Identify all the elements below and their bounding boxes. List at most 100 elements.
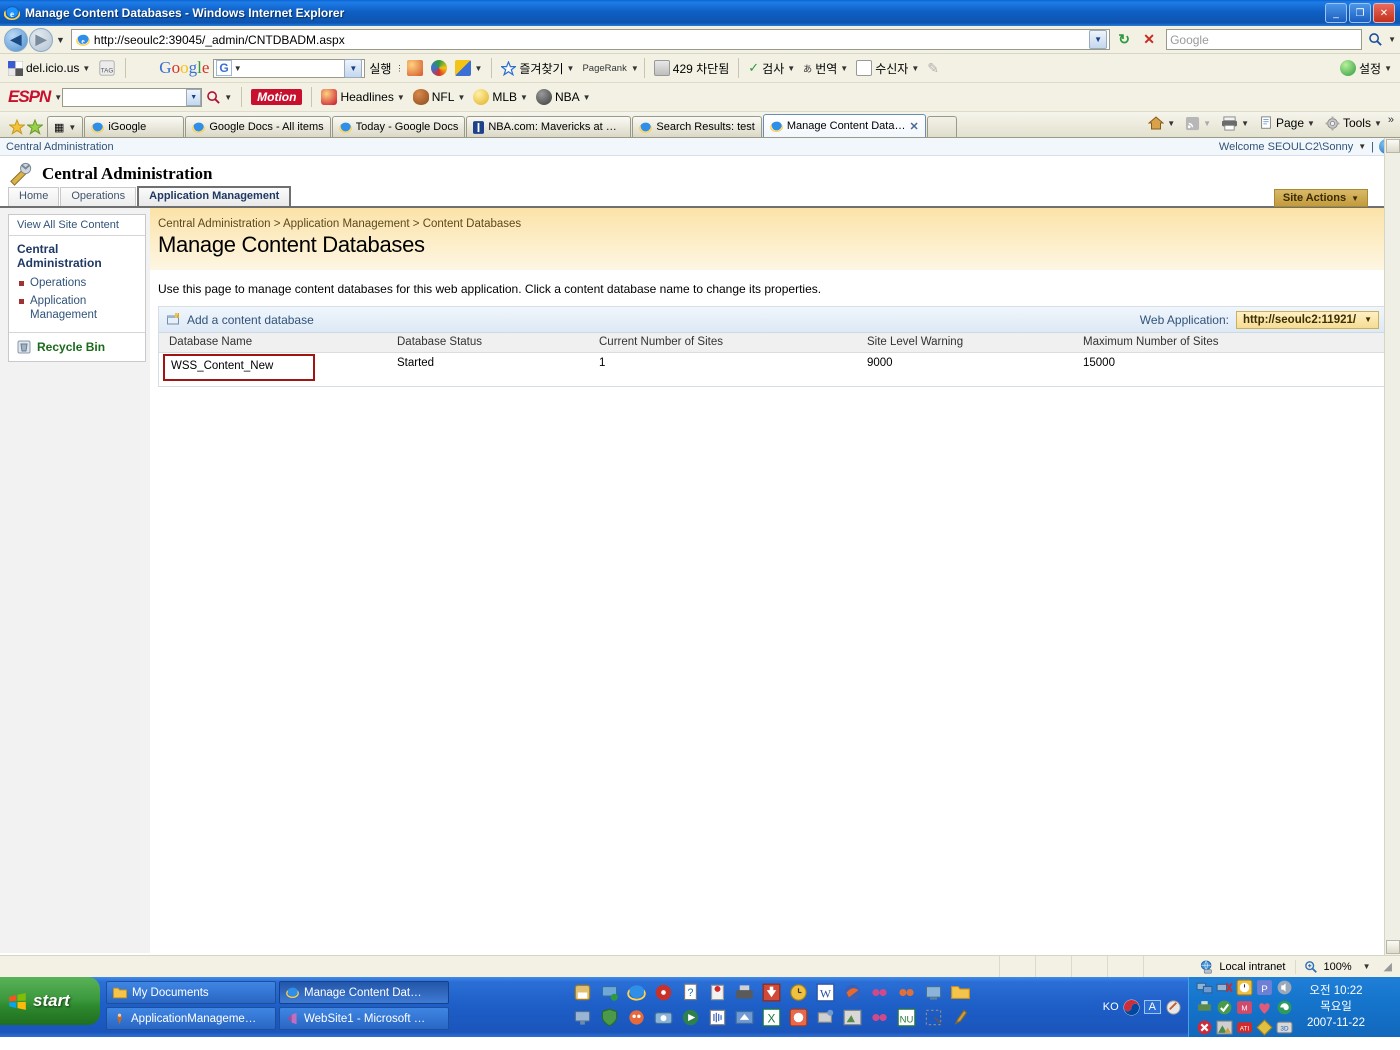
chevron-down-icon[interactable]: ▼: [631, 64, 639, 73]
chevron-down-icon[interactable]: ▼: [1384, 64, 1392, 73]
quick-tabs-button[interactable]: ▦ ▼: [47, 116, 84, 137]
tab-list-caret-icon[interactable]: ▼: [68, 123, 76, 132]
resize-grip-icon[interactable]: ◢: [1384, 960, 1392, 973]
chevron-down-icon[interactable]: ▼: [567, 64, 575, 73]
close-button[interactable]: ✕: [1373, 3, 1395, 23]
alert-icon[interactable]: [1196, 1019, 1213, 1036]
red-marker-icon[interactable]: [708, 983, 727, 1002]
scheduler-clock-icon[interactable]: [1236, 979, 1253, 996]
stop-button[interactable]: ✕: [1138, 29, 1160, 51]
refresh-button[interactable]: ↻: [1113, 29, 1135, 51]
audio-wave-icon[interactable]: [708, 1008, 727, 1027]
nero-icon[interactable]: [654, 1008, 673, 1027]
address-input[interactable]: e http://seoulc2:39045/_admin/CNTDBADM.a…: [70, 29, 1111, 50]
breadcrumb-item-1[interactable]: Central Administration: [158, 218, 271, 230]
search-provider-caret-icon[interactable]: ▼: [1388, 35, 1396, 44]
messenger-tray-icon[interactable]: M: [1236, 999, 1253, 1016]
page-menu-button[interactable]: Page ▼: [1255, 111, 1319, 135]
top-site-link[interactable]: Central Administration: [6, 141, 114, 153]
nav-tab-home[interactable]: Home: [8, 187, 60, 206]
forward-button[interactable]: ▶: [29, 27, 53, 52]
print-button[interactable]: ▼: [1217, 111, 1253, 135]
minimize-button[interactable]: _: [1325, 3, 1347, 23]
chevron-down-icon[interactable]: ▼: [1307, 119, 1315, 128]
taskbar-item-manage-content-databases[interactable]: Manage Content Dat…: [279, 981, 449, 1004]
google-search-input[interactable]: G ▼ ▼: [213, 58, 366, 78]
powerdvd-icon[interactable]: P: [1256, 979, 1273, 996]
zoom-control[interactable]: 100% ▼ ◢: [1295, 959, 1400, 974]
timer-icon[interactable]: [789, 1008, 808, 1027]
database-name-link[interactable]: WSS_Content_New: [163, 354, 316, 381]
add-favorites-star-icon[interactable]: [9, 119, 25, 135]
firefox-icon[interactable]: [843, 983, 862, 1002]
breadcrumb-item-2[interactable]: Application Management: [283, 218, 410, 230]
chevron-down-icon[interactable]: ▼: [1374, 119, 1382, 128]
ime-tools-icon[interactable]: [1165, 999, 1182, 1016]
internet-explorer-icon[interactable]: [627, 983, 646, 1002]
network-computer-icon[interactable]: [600, 983, 619, 1002]
chevron-down-icon[interactable]: ▼: [787, 64, 795, 73]
printer-icon[interactable]: [573, 983, 592, 1002]
column-header-database-name[interactable]: Database Name: [159, 333, 387, 353]
vertical-scrollbar[interactable]: [1384, 138, 1400, 955]
taskbar-item-website1[interactable]: WebSite1 - Microsoft …: [279, 1007, 449, 1030]
image-viewer-icon[interactable]: [843, 1008, 862, 1027]
chevron-down-icon[interactable]: ▼: [474, 64, 482, 73]
sidebar-item-application-management[interactable]: Application Management: [9, 292, 145, 324]
help-document-icon[interactable]: ?: [681, 983, 700, 1002]
column-header-site-level-warning[interactable]: Site Level Warning: [857, 333, 1073, 353]
google-run-button[interactable]: 실행: [365, 56, 395, 80]
browser-tab[interactable]: NBA.com: Mavericks at R…: [466, 116, 632, 137]
scanner-icon[interactable]: [735, 983, 754, 1002]
highlight-button[interactable]: ✎: [923, 56, 943, 80]
3d-settings-icon[interactable]: 3D: [1276, 1019, 1293, 1036]
espn-search-button[interactable]: ▼: [202, 85, 236, 109]
address-dropdown-icon[interactable]: ▼: [1089, 30, 1108, 49]
chevron-down-icon[interactable]: ▼: [1167, 119, 1175, 128]
delicious-tag-button[interactable]: TAG: [94, 56, 120, 80]
column-header-max-sites[interactable]: Maximum Number of Sites: [1073, 333, 1387, 353]
feeds-button[interactable]: ▼: [1181, 111, 1215, 135]
graphics-icon[interactable]: [1256, 1018, 1273, 1036]
recipient-button[interactable]: 수신자 ▼: [852, 56, 923, 80]
home-button[interactable]: ▼: [1144, 111, 1179, 135]
chevron-down-icon[interactable]: ▼: [911, 64, 919, 73]
taskbar-item-applicationmanagement[interactable]: ApplicationManageme…: [106, 1007, 276, 1030]
google-gmail-button[interactable]: [427, 56, 451, 80]
network-connection-icon[interactable]: [1196, 979, 1213, 996]
view-all-site-content-link[interactable]: View All Site Content: [9, 215, 145, 236]
translate-button[interactable]: あ 번역 ▼: [799, 56, 852, 80]
chevron-down-icon[interactable]: ▼: [54, 93, 62, 102]
volume-icon[interactable]: [1276, 979, 1293, 996]
norton-utilities-icon[interactable]: NU: [897, 1008, 916, 1027]
excel-icon[interactable]: X: [762, 1008, 781, 1027]
chevron-down-icon[interactable]: ▼: [457, 93, 465, 102]
breadcrumb-item-3[interactable]: Content Databases: [423, 218, 521, 230]
chevron-down-icon[interactable]: ▼: [583, 93, 591, 102]
nav-tab-application-management[interactable]: Application Management: [137, 186, 292, 206]
burn-disc-icon[interactable]: [654, 983, 673, 1002]
site-actions-button[interactable]: Site Actions ▼: [1273, 189, 1368, 207]
snipping-tool-icon[interactable]: [924, 1008, 943, 1027]
espn-search-input[interactable]: ▼: [62, 87, 203, 107]
word-icon[interactable]: W: [816, 983, 835, 1002]
swirl-app-icon[interactable]: [1276, 999, 1293, 1016]
search-input[interactable]: Google: [1166, 29, 1363, 50]
system-clock[interactable]: 오전 10:22 목요일 2007-11-22: [1307, 983, 1365, 1031]
archive-icon[interactable]: [735, 1008, 754, 1027]
headlines-button[interactable]: Headlines ▼: [317, 85, 408, 109]
espn-dropdown-icon[interactable]: ▼: [186, 88, 202, 106]
chevron-down-icon[interactable]: ▼: [82, 64, 90, 73]
browser-tab[interactable]: Today - Google Docs: [331, 116, 466, 137]
browser-tab[interactable]: Google Docs - All items: [185, 116, 331, 137]
browser-tab-active[interactable]: Manage Content Data… ✕: [762, 114, 926, 137]
tool-icon[interactable]: [870, 983, 889, 1002]
download-icon[interactable]: [762, 983, 781, 1002]
motion-button[interactable]: Motion: [247, 85, 306, 109]
command-bar-overflow-icon[interactable]: »: [1388, 114, 1394, 126]
chevron-down-icon[interactable]: ▼: [520, 93, 528, 102]
browser-tab[interactable]: Search Results: test: [632, 116, 762, 137]
start-button[interactable]: start: [0, 977, 100, 1025]
tool-icon[interactable]: [897, 983, 916, 1002]
settings-button[interactable]: 설정 ▼: [1336, 56, 1396, 80]
